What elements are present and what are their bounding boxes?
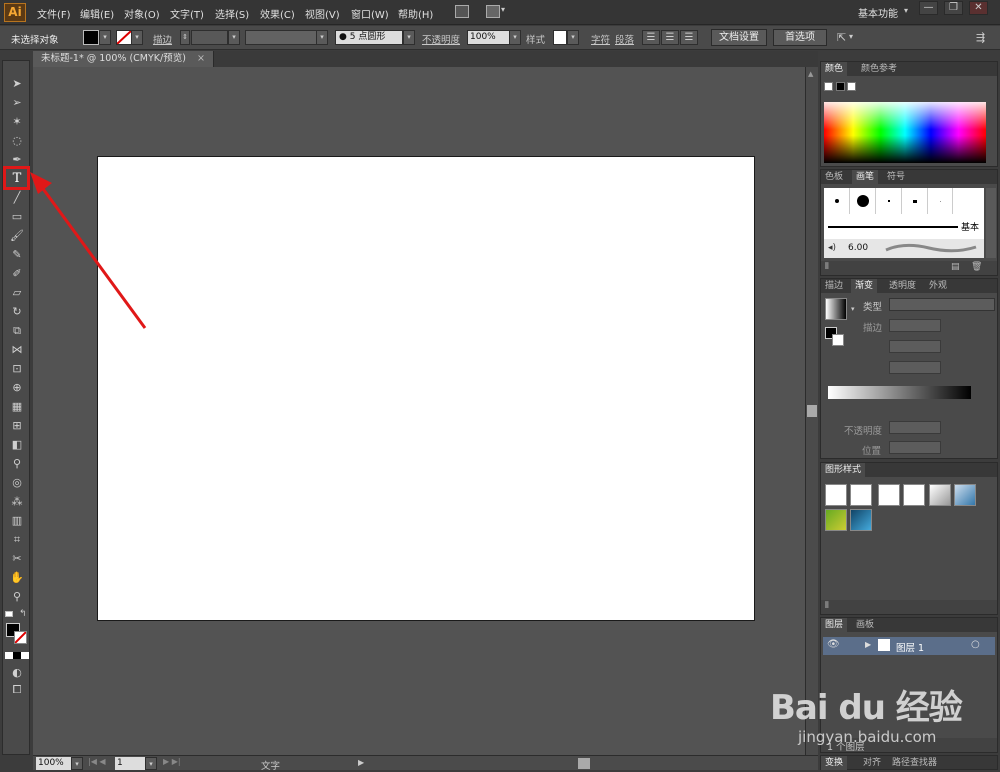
zoom-input[interactable]: 100%	[36, 757, 72, 770]
stroke-gradient-buttons[interactable]	[889, 319, 941, 332]
style-default-type[interactable]	[850, 484, 872, 506]
brushes-panel: 色板 画笔 符号 基本 ◂) 6.00 ⫴ ▤ 🗑	[820, 169, 998, 276]
gradient-aspect-input[interactable]	[889, 361, 941, 374]
tab-symbols[interactable]: 符号	[883, 170, 909, 184]
tab-align[interactable]: 对齐	[859, 756, 885, 770]
style-gray[interactable]	[929, 484, 951, 506]
tab-color-guide[interactable]: 颜色参考	[857, 62, 901, 76]
tab-pathfinder[interactable]: 路径查找器	[888, 756, 941, 770]
brush-size-value: 6.00	[848, 243, 869, 253]
style-default[interactable]	[825, 484, 847, 506]
tab-brushes[interactable]: 画笔	[852, 170, 879, 184]
tab-gradient[interactable]: 渐变	[851, 279, 878, 293]
color-panel: 颜色 颜色参考	[820, 61, 998, 167]
graphic-styles-panel: 图形样式 ⫴	[820, 462, 998, 615]
gradient-type-label: 类型	[863, 302, 883, 313]
art-brush-row[interactable]: ◂) 6.00	[824, 239, 984, 258]
tab-transform[interactable]: 变换	[821, 756, 848, 770]
layer-name[interactable]: 图层 1	[896, 640, 924, 654]
chevron-down-icon[interactable]: ▾	[145, 757, 157, 770]
style-green-pattern[interactable]	[825, 509, 847, 531]
target-icon[interactable]: ○	[971, 639, 980, 650]
gradient-angle-input[interactable]	[889, 340, 941, 353]
brush-library-menu-icon[interactable]: ⫴	[825, 262, 829, 272]
layer-thumbnail	[878, 639, 890, 651]
gradient-slider[interactable]	[828, 386, 971, 399]
styles-library-icon[interactable]: ⫴	[825, 601, 829, 611]
tab-artboards[interactable]: 画板	[852, 618, 878, 632]
gradient-position-label: 位置	[862, 446, 882, 457]
white-swatch[interactable]	[847, 82, 856, 91]
new-brush-icon[interactable]: ▤	[951, 262, 960, 272]
none-swatch[interactable]	[824, 82, 833, 91]
baidu-watermark: Bai du 经验	[770, 688, 963, 728]
style-no-stroke[interactable]	[903, 484, 925, 506]
expand-layer-icon[interactable]: ▶	[865, 640, 871, 649]
gradient-opacity-input[interactable]	[889, 421, 941, 434]
brushes-panel-tabs: 色板 画笔 符号	[821, 170, 997, 184]
gradient-stroke-label: 描边	[863, 323, 883, 334]
tab-layers[interactable]: 图层	[821, 618, 848, 632]
hscroll-thumb[interactable]	[578, 758, 590, 769]
brushes-footer: ⫴ ▤ 🗑	[821, 261, 997, 275]
style-blue[interactable]	[954, 484, 976, 506]
black-swatch[interactable]	[836, 82, 845, 91]
scroll-thumb[interactable]	[807, 405, 817, 417]
scroll-up-icon[interactable]: ▲	[808, 70, 813, 78]
visibility-eye-icon[interactable]: 👁	[827, 639, 840, 650]
tab-appearance[interactable]: 外观	[925, 279, 951, 293]
tab-color[interactable]: 颜色	[821, 62, 848, 76]
brush-row	[824, 188, 953, 214]
chevron-down-icon[interactable]: ▾	[851, 305, 855, 313]
gradient-panel: 描边 渐变 透明度 外观 ▾ 类型 描边 不透明度 位置	[820, 278, 998, 459]
baidu-watermark-url: jingyan.baidu.com	[798, 728, 937, 746]
color-panel-tabs: 颜色 颜色参考	[821, 62, 997, 76]
tab-stroke[interactable]: 描边	[821, 279, 847, 293]
gradient-stroke-swatch[interactable]	[832, 334, 844, 346]
gradient-panel-tabs: 描边 渐变 透明度 外观	[821, 279, 997, 293]
next-artboard-icon[interactable]: ▶ ▶|	[163, 757, 181, 766]
gradient-position-input[interactable]	[889, 441, 941, 454]
delete-brush-icon[interactable]: 🗑	[971, 262, 982, 272]
status-bar: 100% ▾ |◀ ◀ 1 ▾ ▶ ▶| 文字 ▶	[33, 755, 818, 772]
color-spectrum[interactable]	[824, 102, 986, 163]
gradient-type-select[interactable]	[889, 298, 995, 311]
tab-swatches[interactable]: 色板	[821, 170, 847, 184]
style-white[interactable]	[878, 484, 900, 506]
status-menu-icon[interactable]: ▶	[358, 758, 364, 767]
layers-tabs: 图层 画板	[821, 618, 997, 632]
graphic-styles-footer: ⫴	[821, 600, 997, 614]
tab-transparency[interactable]: 透明度	[885, 279, 920, 293]
basic-brush-stroke[interactable]	[828, 226, 958, 228]
graphic-styles-tabs: 图形样式	[821, 463, 997, 477]
brush-scrollbar[interactable]	[986, 188, 996, 258]
chevron-down-icon[interactable]: ▾	[71, 757, 83, 770]
layer-row[interactable]: 👁 ▶ 图层 1 ○	[823, 637, 995, 655]
style-blue-pattern[interactable]	[850, 509, 872, 531]
vertical-scrollbar[interactable]: ▲	[805, 67, 818, 755]
gradient-opacity-label: 不透明度	[844, 426, 883, 437]
transform-panel-tabs: 变换 对齐 路径查找器	[820, 755, 998, 770]
tab-graphic-styles[interactable]: 图形样式	[821, 463, 866, 477]
artboard-number-input[interactable]: 1	[115, 757, 145, 770]
gradient-preview[interactable]	[825, 298, 847, 320]
first-artboard-icon[interactable]: |◀ ◀	[88, 757, 106, 766]
basic-brush-label: 基本	[961, 223, 980, 233]
brush-library: 基本 ◂) 6.00	[824, 188, 984, 258]
volume-icon: ◂)	[828, 243, 837, 253]
